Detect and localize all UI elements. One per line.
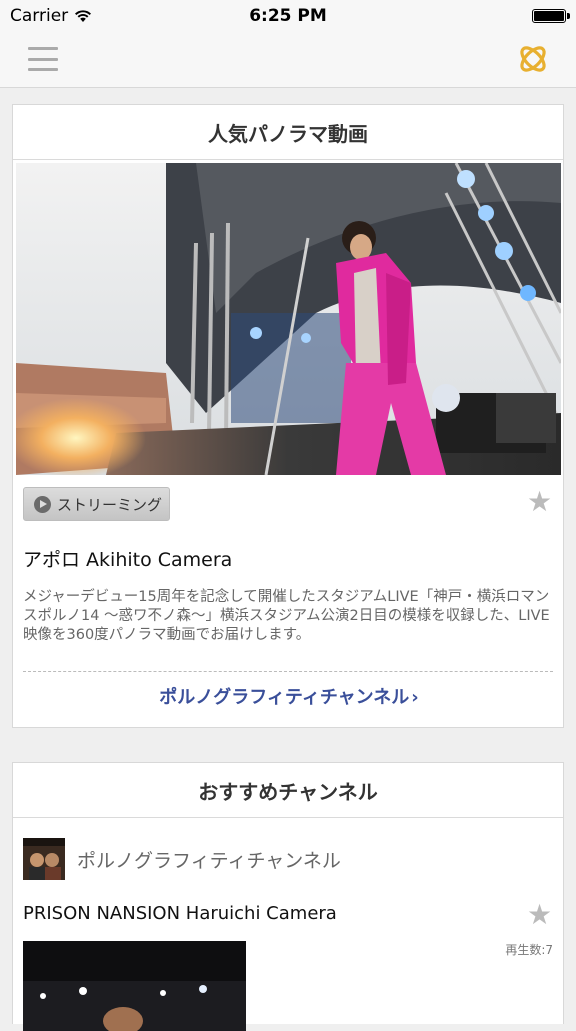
channel-name: ポルノグラフィティチャンネル	[77, 849, 341, 872]
recommended-channels-card: おすすめチャンネル ポルノグラフィティチャンネル PRISON NANSION …	[12, 762, 564, 1031]
play-icon	[34, 495, 51, 513]
status-left: Carrier	[10, 6, 160, 26]
recommended-header: おすすめチャンネル	[13, 763, 563, 818]
favorite-star-icon[interactable]: ★	[527, 901, 552, 929]
status-bar: Carrier 6:25 PM	[0, 0, 576, 32]
clock: 6:25 PM	[249, 6, 327, 26]
nav-bar	[0, 32, 576, 88]
streaming-button-label: ストリーミング	[57, 495, 163, 514]
hamburger-icon[interactable]	[28, 47, 58, 71]
popular-videos-card: 人気パノラマ動画 ストリーミング ★ アポロ Akihito Camera メジ…	[12, 104, 564, 728]
divider	[23, 671, 553, 672]
battery-icon	[532, 9, 570, 23]
chevron-right-icon: ›	[411, 687, 419, 708]
channel-link[interactable]: ポルノグラフィティチャンネル ›	[13, 683, 565, 709]
channel-row[interactable]: ポルノグラフィティチャンネル	[23, 837, 341, 881]
video-title[interactable]: アポロ Akihito Camera	[23, 545, 232, 572]
featured-video-thumbnail[interactable]	[16, 163, 561, 475]
favorite-star-icon[interactable]: ★	[527, 488, 552, 516]
streaming-button[interactable]: ストリーミング	[23, 487, 170, 521]
popular-header: 人気パノラマ動画	[13, 105, 563, 160]
carrier-label: Carrier	[10, 6, 69, 26]
video-thumbnail[interactable]	[23, 941, 246, 1031]
channel-link-label: ポルノグラフィティチャンネル	[159, 687, 410, 708]
video-title[interactable]: PRISON NANSION Haruichi Camera	[23, 903, 337, 924]
play-count: 再生数:7	[505, 943, 553, 957]
wifi-icon	[75, 10, 92, 22]
channel-avatar	[23, 838, 65, 880]
video-description: メジャーデビュー15周年を記念して開催したスタジアムLIVE「神戸・横浜ロマンス…	[23, 589, 550, 643]
app-logo-icon[interactable]	[516, 42, 550, 76]
